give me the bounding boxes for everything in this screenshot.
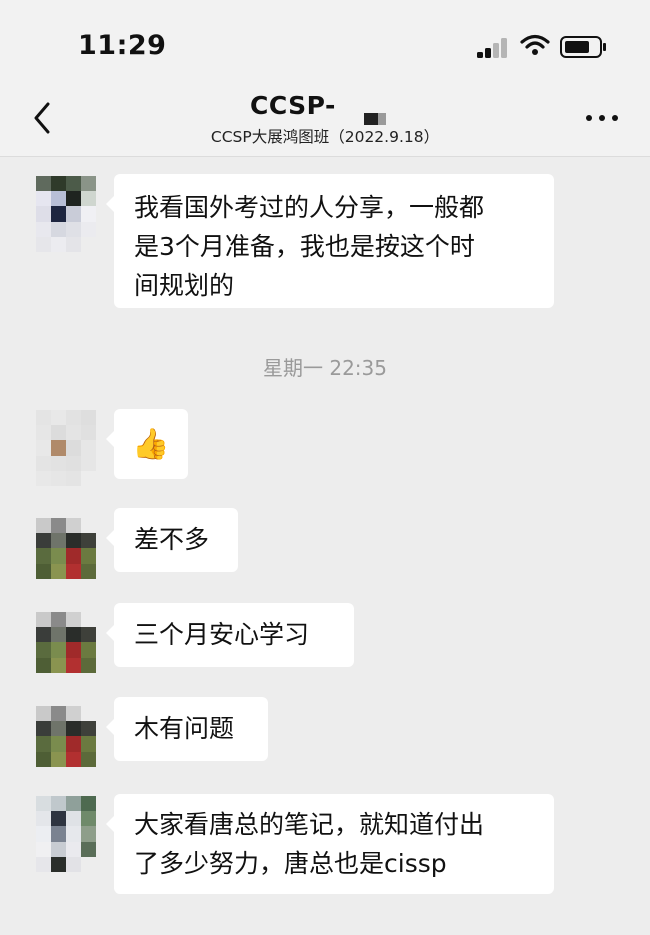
avatar[interactable]: [36, 176, 96, 252]
avatar[interactable]: [36, 796, 96, 872]
message-line: 大家看唐总的笔记，就知道付出: [134, 810, 485, 839]
message-timestamp: 星期一 22:35: [263, 356, 387, 380]
status-bar: 11:29: [0, 0, 650, 92]
message-text: 三个月安心学习: [134, 620, 310, 649]
battery-icon: [560, 36, 606, 58]
message-line: 了多少努力，唐总也是cissp: [134, 849, 447, 878]
message-bubble[interactable]: 大家看唐总的笔记，就知道付出 了多少努力，唐总也是cissp: [106, 794, 554, 894]
message-bubble[interactable]: 我看国外考过的人分享，一般都 是3个月准备，我也是按这个时 间规划的: [106, 174, 554, 308]
message-text: 木有问题: [134, 714, 235, 743]
redaction-block: [364, 113, 378, 125]
message-bubble[interactable]: 差不多: [106, 508, 238, 572]
message-bubble[interactable]: 三个月安心学习: [106, 603, 354, 667]
avatar[interactable]: [36, 518, 96, 594]
message-bubble[interactable]: 木有问题: [106, 697, 268, 761]
chat-header: CCSP- CCSP大展鸿图班（2022.9.18）: [0, 91, 650, 157]
message-line: 是3个月准备，我也是按这个时: [134, 232, 475, 261]
avatar[interactable]: [36, 410, 96, 486]
wifi-icon: [520, 34, 550, 55]
avatar[interactable]: [36, 612, 96, 688]
more-dots-icon[interactable]: [586, 110, 622, 126]
thumbs-up-icon: 👍: [132, 427, 170, 462]
redaction-block: [378, 113, 386, 125]
message-line: 间规划的: [134, 271, 235, 300]
status-time: 11:29: [78, 30, 167, 61]
message-bubble[interactable]: 👍: [106, 409, 188, 479]
avatar[interactable]: [36, 706, 96, 782]
cellular-signal-icon: [477, 36, 511, 58]
message-line: 我看国外考过的人分享，一般都: [134, 193, 485, 222]
chat-title: CCSP-: [250, 91, 336, 120]
message-text: 差不多: [134, 525, 210, 554]
chat-subtitle: CCSP大展鸿图班（2022.9.18）: [210, 128, 440, 146]
